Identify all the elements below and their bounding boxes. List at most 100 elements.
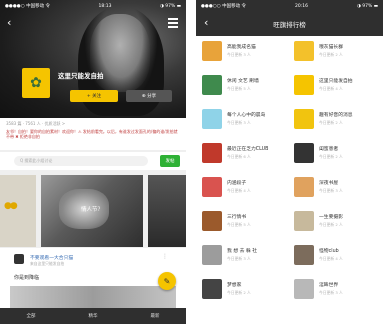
group-thumb bbox=[294, 75, 314, 95]
list-item[interactable]: 休闲 文艺 刷墙 今日更新 5 人 bbox=[196, 72, 286, 100]
list-item[interactable]: 最近正在乏力CLUB 今日更新 6 人 bbox=[196, 140, 286, 168]
list-item[interactable]: 淫眸世界今日更新 3 人 bbox=[288, 276, 378, 304]
ranking-screen: ●●●○○ 中国移动 令 20:16 ◑ 97% ▬ ‹ 旺旗排行榜 高能我成名… bbox=[196, 0, 383, 324]
emoji-icon: ●● bbox=[4, 201, 18, 211]
share-button[interactable]: ⊕ 分享 bbox=[126, 90, 172, 102]
group-title: 一生要摄影 bbox=[319, 215, 343, 220]
group-thumb bbox=[294, 245, 314, 265]
group-thumb bbox=[202, 211, 222, 231]
carousel-card-main[interactable]: 情人节？ bbox=[41, 175, 143, 247]
featured-carousel[interactable]: ●● 情人节？ bbox=[0, 175, 186, 247]
group-meta: 今日更新 3 人 bbox=[227, 120, 251, 125]
back-arrow-icon[interactable]: ‹ bbox=[204, 17, 208, 28]
group-detail-screen: ●●●●○ 中国移动 令 18:13 ◑ 97% ▬ ‹ ✿ 这里只能发自拍 +… bbox=[0, 0, 186, 324]
carousel-card-prev[interactable]: ●● bbox=[0, 175, 36, 247]
signal-indicator: ●●●●○ 中国移动 令 bbox=[5, 4, 50, 9]
list-item[interactable]: 高能我成名猫 今日更新 3 人 bbox=[196, 38, 286, 66]
group-thumb bbox=[202, 143, 222, 163]
tab-all[interactable]: 全部 bbox=[27, 313, 36, 319]
group-title: 闺蜜患者 bbox=[319, 147, 339, 152]
post-button[interactable]: 发帖 bbox=[160, 155, 180, 167]
group-thumb bbox=[294, 143, 314, 163]
group-meta: 今日更新 3 人 bbox=[319, 188, 343, 193]
group-meta: 今日更新 2 人 bbox=[227, 290, 251, 295]
group-thumb bbox=[202, 245, 222, 265]
post-image[interactable] bbox=[10, 286, 176, 308]
list-item[interactable]: 每个人心中的晨岛 今日更新 3 人 bbox=[196, 106, 286, 134]
list-item[interactable]: 趣有好音的消息 今日更新 2 人 bbox=[288, 106, 378, 134]
bottom-tab-bar: 全部 精华 最新 bbox=[0, 308, 186, 324]
card-caption: 情人节？ bbox=[81, 207, 104, 213]
cactus-icon: ✿ bbox=[30, 75, 42, 91]
group-thumb bbox=[294, 177, 314, 197]
battery-indicator: ◑ 97% ▬ bbox=[356, 3, 378, 9]
group-thumb bbox=[294, 211, 314, 231]
group-stats[interactable]: 3583 篇 · 7561 人 · 优质活跃 > bbox=[6, 121, 180, 127]
group-thumb bbox=[294, 279, 314, 299]
group-title: 最近正在乏力CLUB bbox=[227, 147, 269, 152]
join-button[interactable]: + 关注 bbox=[70, 90, 118, 102]
group-meta: 今日更新 2 人 bbox=[319, 222, 343, 227]
status-bar: ●●●○○ 中国移动 令 20:16 ◑ 97% ▬ bbox=[196, 0, 383, 12]
signal-indicator: ●●●○○ 中国移动 令 bbox=[201, 4, 246, 9]
page-title: 旺旗排行榜 bbox=[273, 21, 306, 29]
status-bar: ●●●●○ 中国移动 令 18:13 ◑ 97% ▬ bbox=[0, 0, 186, 12]
list-item[interactable]: 这里只能发自拍 今日更新 4 人 bbox=[288, 72, 378, 100]
group-meta: 今日更新 5 人 bbox=[227, 222, 251, 227]
list-item[interactable]: 我 想 去 躲 社今日更新 3 人 bbox=[196, 242, 286, 270]
post-body: 你是到降临 bbox=[14, 275, 40, 281]
group-meta: 今日更新 2 人 bbox=[319, 52, 343, 57]
group-title: 趣有好音的消息 bbox=[319, 113, 353, 118]
tab-latest[interactable]: 最新 bbox=[151, 313, 160, 319]
tab-featured[interactable]: 精华 bbox=[89, 313, 98, 319]
compose-pencil-icon[interactable]: ✎ bbox=[158, 272, 176, 290]
group-thumb bbox=[202, 177, 222, 197]
avatar[interactable] bbox=[14, 254, 24, 264]
list-item[interactable]: 梦想家今日更新 2 人 bbox=[196, 276, 286, 304]
group-title: 这里只能发自拍 bbox=[319, 79, 353, 84]
post-meta: 来自这里只能发自拍 bbox=[30, 261, 65, 266]
group-meta: 今日更新 4 人 bbox=[227, 188, 251, 193]
list-item[interactable]: 哦灰猫长群今日更新 2 人 bbox=[288, 38, 378, 66]
group-title: 三行情书 bbox=[227, 215, 247, 220]
group-description: 友邻！自拍！要你的自拍素材！欢迎你！⚠ 发帖前看完。以后，有谁发过发面孔的/偏的… bbox=[6, 129, 178, 140]
list-item[interactable]: 三行情书今日更新 5 人 bbox=[196, 208, 286, 236]
group-thumb bbox=[202, 75, 222, 95]
group-thumb bbox=[294, 41, 314, 61]
list-item[interactable]: 深夜书屋 今日更新 3 人 bbox=[288, 174, 378, 202]
battery-indicator: ◑ 97% ▬ bbox=[159, 3, 181, 9]
group-thumb bbox=[202, 279, 222, 299]
group-meta: 今日更新 3 人 bbox=[319, 290, 343, 295]
group-title: 哦灰猫长群 bbox=[319, 45, 343, 50]
group-meta: 今日更新 4 人 bbox=[319, 256, 343, 261]
list-item[interactable]: 内涵段子 今日更新 4 人 bbox=[196, 174, 286, 202]
group-title: 休闲 文艺 刷墙 bbox=[227, 79, 259, 84]
group-thumb bbox=[202, 109, 222, 129]
group-title: 梦想家 bbox=[227, 283, 242, 288]
list-item[interactable]: 怪物club 今日更新 4 人 bbox=[288, 242, 378, 270]
clock: 18:13 bbox=[98, 3, 112, 9]
group-title: 淫眸世界 bbox=[319, 283, 339, 288]
group-thumb bbox=[202, 41, 222, 61]
search-row: Q 搜索此小组讨论 发帖 bbox=[0, 152, 186, 170]
more-icon[interactable]: ⋮ bbox=[162, 253, 168, 260]
group-name: 这里只能发自拍 bbox=[58, 72, 104, 80]
nav-bar: ‹ 旺旗排行榜 bbox=[196, 12, 383, 36]
list-item[interactable]: 一生要摄影今日更新 2 人 bbox=[288, 208, 378, 236]
back-arrow-icon[interactable]: ‹ bbox=[7, 17, 11, 28]
group-title: 怪物club bbox=[319, 249, 339, 254]
group-info: 3583 篇 · 7561 人 · 优质活跃 > 友邻！自拍！要你的自拍素材！欢… bbox=[0, 118, 186, 150]
post-title[interactable]: 不要观看一大合只猫 bbox=[30, 254, 73, 261]
group-meta: 今日更新 3 人 bbox=[227, 256, 251, 261]
menu-icon[interactable] bbox=[168, 18, 178, 30]
carousel-card-next[interactable] bbox=[148, 175, 186, 247]
list-item[interactable]: 闺蜜患者 今日更新 2 人 bbox=[288, 140, 378, 168]
group-logo: ✿ bbox=[22, 68, 50, 98]
group-title: 每个人心中的晨岛 bbox=[227, 113, 266, 118]
group-meta: 今日更新 2 人 bbox=[319, 120, 343, 125]
group-meta: 今日更新 3 人 bbox=[227, 52, 251, 57]
search-input[interactable]: Q 搜索此小组讨论 bbox=[14, 156, 148, 166]
group-meta: 今日更新 4 人 bbox=[319, 86, 343, 91]
group-thumb bbox=[294, 109, 314, 129]
group-title: 我 想 去 躲 社 bbox=[227, 249, 258, 254]
